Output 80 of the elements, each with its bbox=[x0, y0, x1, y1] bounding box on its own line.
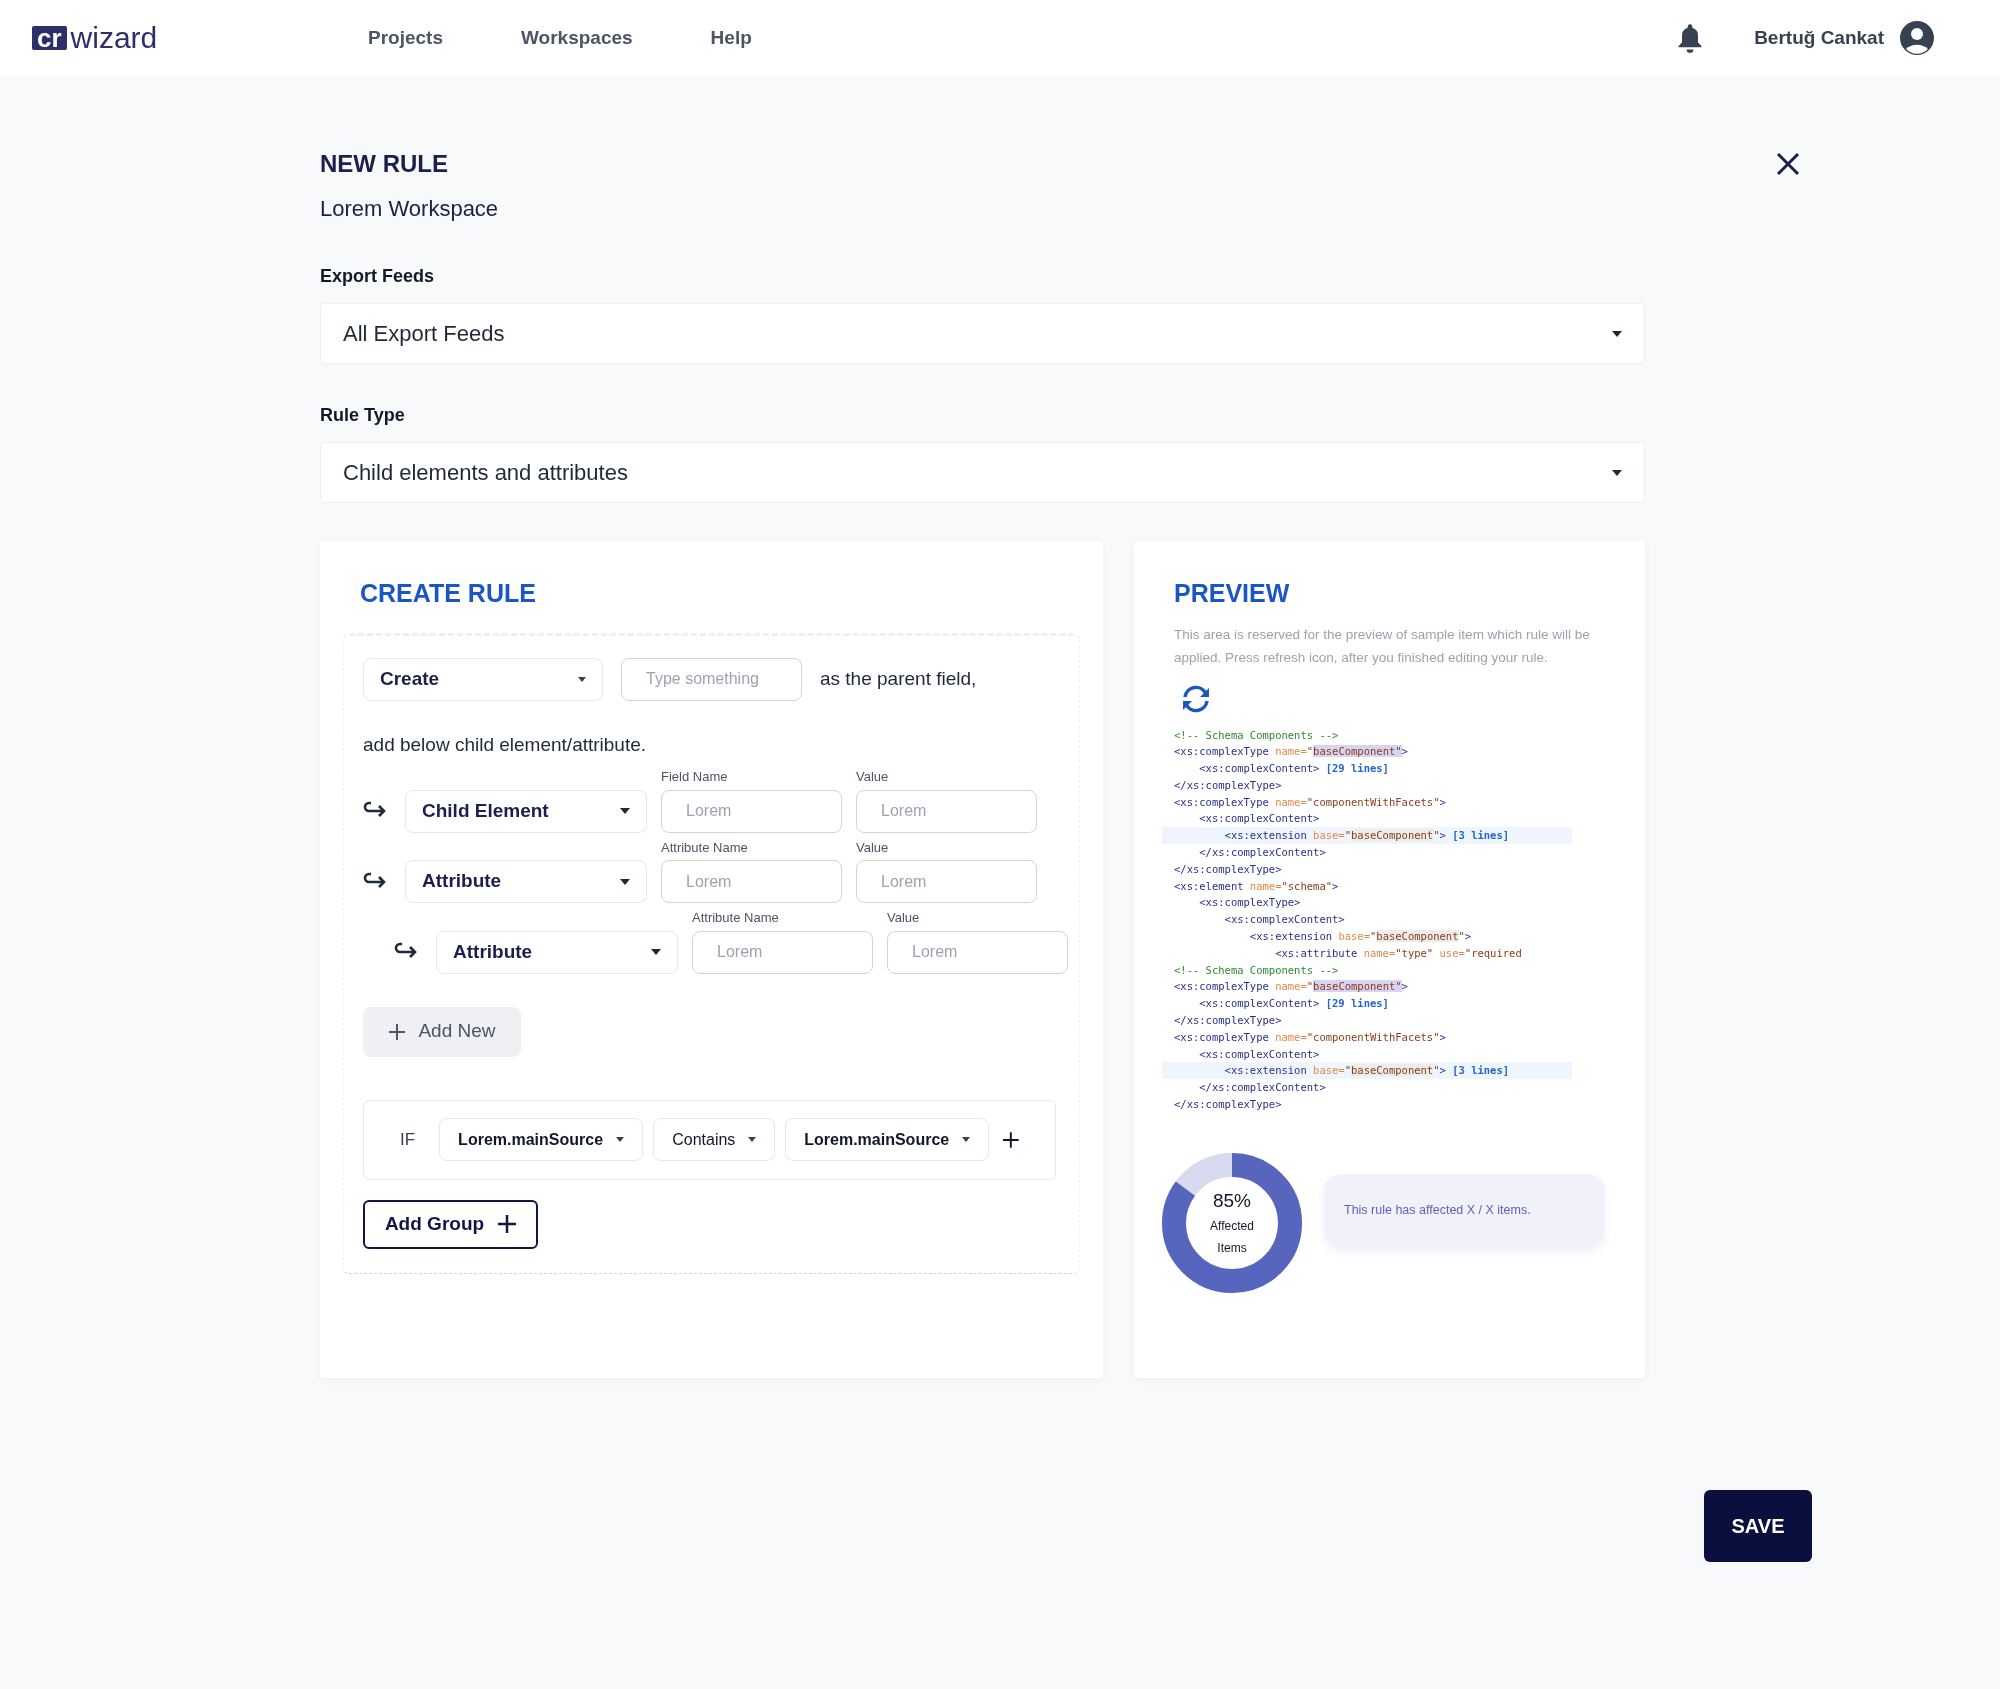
code-line: </xs:complexType> bbox=[1173, 1013, 1283, 1029]
code-line: <xs:complexType name="baseComponent"> bbox=[1173, 979, 1409, 995]
name-field[interactable]: Lorem bbox=[661, 789, 842, 833]
summary-text: This rule has affected X / X items. bbox=[1344, 1202, 1531, 1220]
refresh-icon[interactable] bbox=[1180, 684, 1212, 713]
code-line: <!-- Schema Components --> bbox=[1173, 727, 1340, 743]
code-line: <xs:complexContent> bbox=[1198, 811, 1321, 827]
percent-value: 85% bbox=[1213, 1188, 1251, 1213]
field-label: Value bbox=[856, 838, 890, 857]
code-line: </xs:complexContent> bbox=[1198, 1080, 1327, 1096]
code-line: <xs:complexType name="baseComponent"> bbox=[1173, 744, 1409, 760]
page-title: NEW RULE bbox=[320, 149, 449, 179]
plus-icon bbox=[498, 1215, 517, 1233]
field-label: Attribute Name bbox=[692, 909, 780, 927]
code-line: <xs:complexType name="componentWithFacets"> bbox=[1173, 794, 1447, 810]
card-title: CREATE RULE bbox=[360, 578, 537, 609]
code-line: <xs:element name="schema"> bbox=[1173, 878, 1340, 894]
caret-icon bbox=[962, 1137, 971, 1142]
caret-icon bbox=[620, 808, 630, 814]
code-line: </xs:complexType> bbox=[1173, 777, 1283, 793]
field-label: Field Name bbox=[661, 768, 729, 786]
caret-icon bbox=[748, 1137, 757, 1142]
caret-icon bbox=[1612, 469, 1622, 476]
nav-link[interactable]: Help bbox=[710, 23, 752, 53]
code-line: </xs:complexType> bbox=[1173, 861, 1283, 877]
name-field[interactable]: Lorem bbox=[692, 930, 873, 974]
add-group-button[interactable]: Add Group bbox=[363, 1199, 538, 1249]
code-line: <xs:complexType name="componentWithFacets"> bbox=[1173, 1029, 1447, 1045]
name-field[interactable]: Lorem bbox=[661, 860, 842, 903]
dropdown-select[interactable]: Child elements and attributes bbox=[320, 442, 1645, 503]
code-line: <xs:complexType> bbox=[1198, 895, 1302, 911]
code-line: <!-- Schema Components --> bbox=[1173, 962, 1340, 978]
field-label: Value bbox=[856, 768, 890, 786]
field-label: Rule Type bbox=[320, 404, 406, 427]
instruction-text: add below child element/attribute. bbox=[363, 732, 648, 757]
parent-field-text: as the parent field, bbox=[820, 666, 977, 691]
type-select[interactable]: Child Element bbox=[405, 789, 647, 833]
code-line: <xs:complexContent> [29 lines] bbox=[1198, 996, 1390, 1012]
logo-text: wizard bbox=[70, 23, 158, 53]
code-line: </xs:complexContent> bbox=[1198, 845, 1327, 861]
type-select[interactable]: Attribute bbox=[436, 930, 678, 974]
value-field[interactable]: Lorem bbox=[856, 789, 1037, 833]
caret-icon bbox=[1612, 330, 1622, 337]
nav-link[interactable]: Workspaces bbox=[521, 23, 633, 53]
field-label: Attribute Name bbox=[661, 838, 749, 857]
caret-icon bbox=[651, 949, 661, 955]
caret-icon bbox=[578, 676, 586, 682]
value-field[interactable]: Lorem bbox=[887, 930, 1068, 974]
add-new-button[interactable]: Add New bbox=[363, 1006, 521, 1057]
plus-icon[interactable] bbox=[1003, 1131, 1019, 1148]
save-button[interactable]: SAVE bbox=[1704, 1490, 1812, 1562]
code-line: <xs:attribute name="type" use="required bbox=[1274, 945, 1523, 961]
code-line: <xs:complexContent> bbox=[1198, 1046, 1321, 1062]
type-select[interactable]: Attribute bbox=[405, 860, 647, 903]
close-icon[interactable] bbox=[1776, 152, 1800, 176]
value-select[interactable]: Lorem.mainSource bbox=[785, 1118, 990, 1161]
code-line: <xs:complexContent> bbox=[1223, 912, 1346, 928]
parent-field-input[interactable]: Type something bbox=[621, 657, 802, 701]
field-label: Value bbox=[887, 909, 921, 927]
nav-link[interactable]: Projects bbox=[368, 23, 443, 53]
dropdown-select[interactable]: All Export Feeds bbox=[320, 303, 1645, 364]
value-field[interactable]: Lorem bbox=[856, 860, 1037, 903]
logo-badge: cr bbox=[32, 26, 67, 50]
card-title: PREVIEW bbox=[1174, 578, 1291, 609]
field-label: Export Feeds bbox=[320, 265, 436, 288]
code-line: </xs:complexType> bbox=[1173, 1097, 1283, 1113]
code-line: <xs:extension base="baseComponent"> bbox=[1248, 929, 1473, 945]
action-select[interactable]: Create bbox=[363, 657, 603, 701]
workspace-name: Lorem Workspace bbox=[320, 195, 499, 223]
avatar-icon[interactable] bbox=[1900, 21, 1934, 55]
caret-icon bbox=[616, 1137, 625, 1142]
caret-icon bbox=[620, 878, 630, 885]
user-name[interactable]: Bertuğ Cankat bbox=[1754, 23, 1884, 53]
operator-select[interactable]: Contains bbox=[653, 1118, 776, 1161]
field-select[interactable]: Lorem.mainSource bbox=[439, 1118, 644, 1161]
preview-description: This area is reserved for the preview of sample item which rule will be applied. Press refresh icon, after you finished editing your rule. bbox=[1174, 625, 1591, 667]
donut-label: Affected Items bbox=[1209, 1218, 1255, 1258]
plus-icon bbox=[388, 1022, 407, 1041]
if-keyword: IF bbox=[400, 1128, 416, 1151]
code-line: <xs:complexContent> [29 lines] bbox=[1198, 761, 1390, 777]
